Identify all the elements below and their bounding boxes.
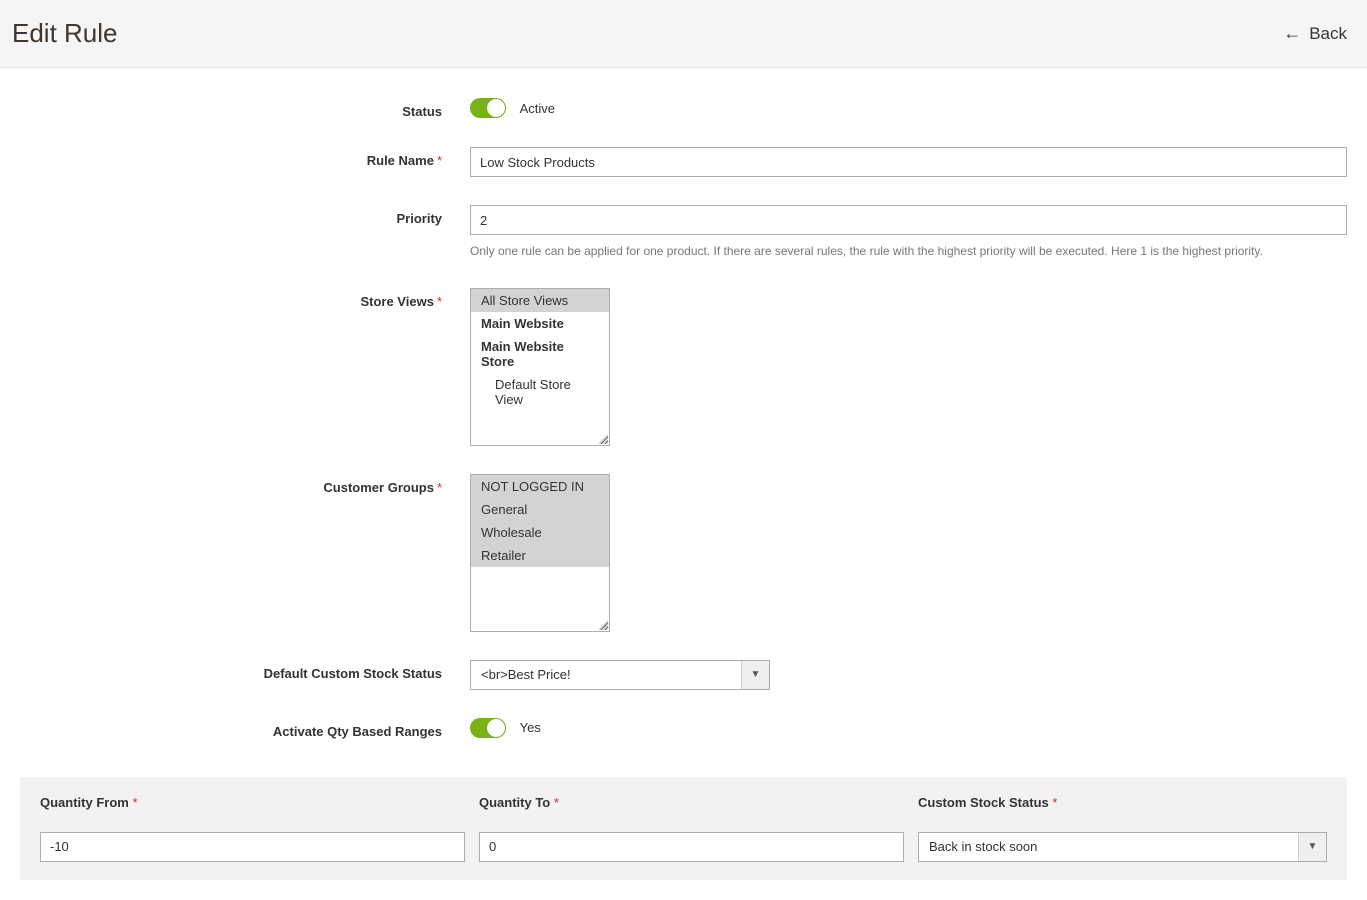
label-rule-name: Rule Name* (20, 147, 470, 168)
default-stock-status-select[interactable]: <br>Best Price! ▼ (470, 660, 770, 690)
label-priority: Priority (20, 205, 470, 226)
customer-groups-option[interactable]: NOT LOGGED IN (471, 475, 609, 498)
qty-from-input[interactable] (40, 832, 465, 862)
priority-input[interactable] (470, 205, 1347, 235)
label-activate-qty-ranges: Activate Qty Based Ranges (20, 718, 470, 739)
back-label: Back (1309, 24, 1347, 44)
activate-qty-toggle[interactable] (470, 718, 506, 738)
priority-helper: Only one rule can be applied for one pro… (470, 243, 1347, 260)
default-stock-status-value: <br>Best Price! (471, 661, 741, 689)
customer-groups-option[interactable]: Wholesale (471, 521, 609, 544)
required-asterisk: * (1052, 795, 1057, 810)
store-views-option[interactable]: Main Website Store (471, 335, 609, 373)
activate-qty-toggle-text: Yes (520, 720, 541, 735)
arrow-left-icon: ← (1283, 23, 1301, 44)
page-header: Edit Rule ← Back (0, 0, 1367, 68)
customer-groups-option[interactable]: General (471, 498, 609, 521)
store-views-option[interactable]: Default Store View (471, 373, 609, 411)
row-default-stock-status: Default Custom Stock Status <br>Best Pri… (20, 660, 1347, 690)
chevron-down-icon: ▼ (741, 661, 769, 689)
qty-ranges-section: Quantity From * Quantity To * Custom Sto… (20, 777, 1347, 880)
required-asterisk: * (437, 153, 442, 168)
resize-handle-icon (598, 620, 608, 630)
store-views-option[interactable]: Main Website (471, 312, 609, 335)
row-customer-groups: Customer Groups* NOT LOGGED INGeneralWho… (20, 474, 1347, 632)
required-asterisk: * (132, 795, 137, 810)
required-asterisk: * (437, 480, 442, 495)
page-title: Edit Rule (12, 18, 118, 49)
row-rule-name: Rule Name* (20, 147, 1347, 177)
label-store-views: Store Views* (20, 288, 470, 309)
resize-handle-icon (598, 434, 608, 444)
row-status: Status Active (20, 98, 1347, 119)
customer-groups-option[interactable]: Retailer (471, 544, 609, 567)
col-qty-to: Quantity To * (479, 795, 904, 810)
label-status: Status (20, 98, 470, 119)
col-qty-from: Quantity From * (40, 795, 465, 810)
qty-row: Back in stock soon ▼ (40, 832, 1327, 862)
chevron-down-icon: ▼ (1298, 833, 1326, 861)
customer-groups-select[interactable]: NOT LOGGED INGeneralWholesaleRetailer (470, 474, 610, 632)
label-default-stock-status: Default Custom Stock Status (20, 660, 470, 681)
required-asterisk: * (437, 294, 442, 309)
qty-headers: Quantity From * Quantity To * Custom Sto… (40, 795, 1327, 810)
back-button[interactable]: ← Back (1283, 23, 1347, 44)
col-custom-stock-status: Custom Stock Status * (918, 795, 1327, 810)
row-store-views: Store Views* All Store ViewsMain Website… (20, 288, 1347, 446)
qty-status-value: Back in stock soon (919, 833, 1298, 861)
qty-to-input[interactable] (479, 832, 904, 862)
row-priority: Priority Only one rule can be applied fo… (20, 205, 1347, 260)
required-asterisk: * (554, 795, 559, 810)
row-activate-qty-ranges: Activate Qty Based Ranges Yes (20, 718, 1347, 739)
store-views-select[interactable]: All Store ViewsMain WebsiteMain Website … (470, 288, 610, 446)
form-body: Status Active Rule Name* Priority Only o… (0, 68, 1367, 767)
rule-name-input[interactable] (470, 147, 1347, 177)
store-views-option[interactable]: All Store Views (471, 289, 609, 312)
qty-status-select[interactable]: Back in stock soon ▼ (918, 832, 1327, 862)
label-customer-groups: Customer Groups* (20, 474, 470, 495)
status-toggle[interactable] (470, 98, 506, 118)
status-toggle-text: Active (520, 101, 555, 116)
